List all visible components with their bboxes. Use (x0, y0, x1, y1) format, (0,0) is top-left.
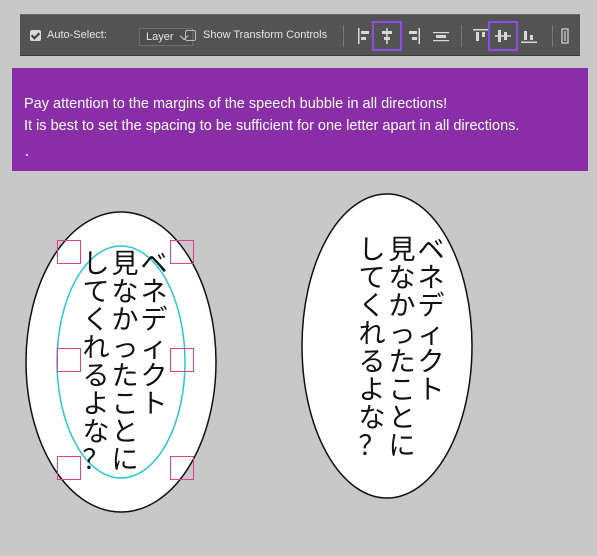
distribute-button[interactable] (426, 21, 456, 51)
glyph: ト (417, 375, 445, 406)
align-right-edges-button[interactable] (398, 21, 428, 51)
show-transform-label: Show Transform Controls (203, 29, 328, 41)
glyph: ィ (417, 319, 445, 350)
right-bubble-column-3: してくれるよな？ (357, 237, 387, 461)
glyph: よ (82, 389, 110, 420)
glyph: た (111, 361, 139, 392)
left-bubble-column-2: 見なかったことに (110, 251, 140, 475)
glyph: な (358, 403, 386, 434)
more-options-button[interactable] (550, 21, 580, 51)
distribute-icon (433, 32, 449, 42)
glyph: か (111, 305, 139, 336)
glyph: ク (140, 361, 168, 392)
glyph: れ (358, 319, 386, 350)
glyph: こ (388, 375, 416, 406)
transform-handle-middle-right[interactable] (170, 348, 194, 372)
glyph: た (388, 347, 416, 378)
glyph: に (388, 431, 416, 462)
glyph: よ (358, 375, 386, 406)
glyph: っ (388, 319, 416, 350)
banner-dot (26, 154, 28, 156)
glyph: く (358, 291, 386, 322)
left-bubble-column-1: ベネディクト (139, 251, 169, 419)
glyph: デ (417, 291, 445, 322)
instruction-line-1: Pay attention to the margins of the spee… (24, 96, 448, 112)
align-left-icon (358, 28, 369, 44)
glyph: っ (111, 333, 139, 364)
glyph: て (82, 277, 110, 308)
auto-select-label: Auto-Select: (47, 29, 107, 41)
glyph: ？ (358, 431, 386, 462)
transform-handle-middle-left[interactable] (57, 348, 81, 372)
transform-handle-top-right[interactable] (170, 240, 194, 264)
instruction-line-2: It is best to set the spacing to be suff… (24, 118, 520, 134)
glyph: て (358, 263, 386, 294)
glyph: し (358, 235, 386, 266)
glyph: ネ (140, 277, 168, 308)
glyph: な (111, 277, 139, 308)
glyph: れ (82, 333, 110, 364)
glyph: な (82, 417, 110, 448)
auto-select-target-value: Layer (146, 31, 174, 43)
right-bubble-column-1: ベネディクト (416, 237, 446, 405)
glyph: 見 (388, 235, 416, 266)
glyph: ク (417, 347, 445, 378)
transform-handle-bottom-left[interactable] (57, 456, 81, 480)
align-top-icon (473, 29, 489, 41)
more-align-icon (561, 28, 569, 44)
glyph: る (358, 347, 386, 378)
align-bottom-edges-button[interactable] (514, 21, 544, 51)
transform-handle-top-left[interactable] (57, 240, 81, 264)
glyph: な (388, 263, 416, 294)
align-horizontal-center-icon (382, 28, 392, 44)
glyph: と (111, 417, 139, 448)
glyph: ベ (140, 249, 168, 280)
toolbar-separator (343, 25, 344, 47)
align-vertical-center-icon (495, 30, 511, 42)
options-toolbar: Auto-Select: Layer Show Transform Contro… (20, 14, 580, 56)
glyph: ト (140, 389, 168, 420)
glyph: る (82, 361, 110, 392)
right-bubble-column-2: 見なかったことに (387, 237, 417, 461)
glyph: か (388, 291, 416, 322)
glyph: と (388, 403, 416, 434)
show-transform-checkbox[interactable] (185, 30, 196, 41)
glyph: く (82, 305, 110, 336)
align-bottom-icon (521, 31, 537, 43)
auto-select-checkbox[interactable] (30, 30, 41, 41)
transform-handle-bottom-right[interactable] (170, 456, 194, 480)
glyph: ？ (82, 445, 110, 476)
instruction-banner: Pay attention to the margins of the spee… (12, 68, 588, 171)
glyph: デ (140, 305, 168, 336)
glyph: ィ (140, 333, 168, 364)
toolbar-separator (461, 25, 462, 47)
glyph: ベ (417, 235, 445, 266)
align-right-icon (409, 28, 420, 44)
glyph: こ (111, 389, 139, 420)
glyph: ネ (417, 263, 445, 294)
glyph: 見 (111, 249, 139, 280)
glyph: に (111, 445, 139, 476)
glyph: し (82, 249, 110, 280)
left-bubble-column-3: してくれるよな？ (81, 251, 111, 475)
